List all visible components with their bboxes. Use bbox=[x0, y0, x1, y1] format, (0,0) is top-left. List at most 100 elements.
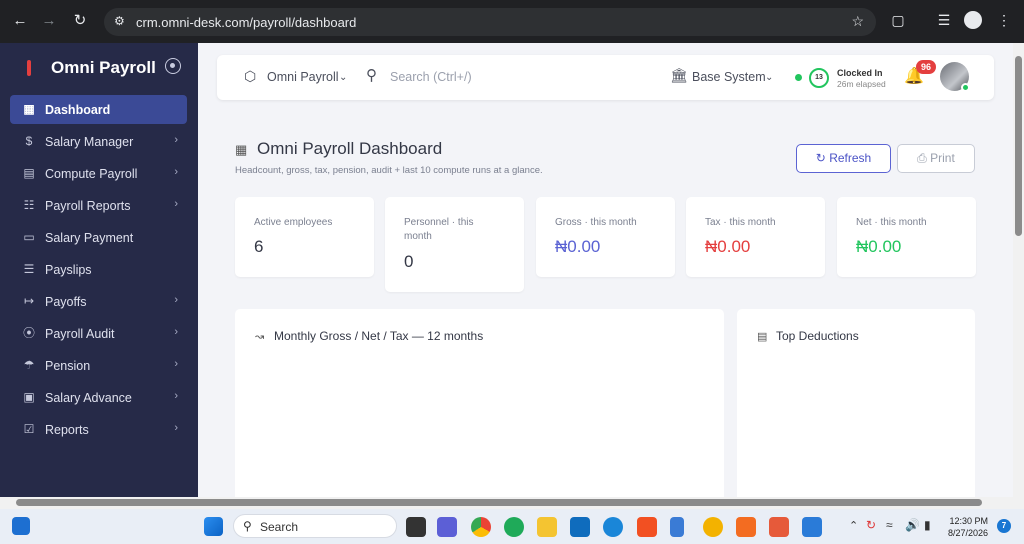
url-text[interactable]: crm.omni-desk.com/payroll/dashboard bbox=[136, 15, 356, 30]
media-icon[interactable]: ☰ bbox=[934, 12, 954, 29]
chevron-right-icon[interactable]: › bbox=[174, 166, 178, 178]
sidebar-item-label: Salary Advance bbox=[45, 391, 132, 405]
kpi-label: Tax · this month bbox=[705, 217, 776, 228]
app-icon[interactable] bbox=[769, 517, 789, 537]
sidebar-item-dashboard[interactable]: ▦ Dashboard bbox=[10, 95, 187, 124]
kpi-card: Net · this month ₦0.00 bbox=[837, 197, 976, 277]
cube-icon: ⬡ bbox=[244, 68, 257, 84]
battery-icon[interactable]: ▮ bbox=[924, 518, 931, 532]
vertical-scrollbar[interactable] bbox=[1013, 43, 1024, 497]
scroll-thumb[interactable] bbox=[16, 499, 982, 506]
sidebar-item-reports[interactable]: ☑ Reports › bbox=[10, 415, 187, 444]
windows-start-icon[interactable] bbox=[204, 517, 223, 536]
search-input[interactable]: Search (Ctrl+/) bbox=[390, 70, 472, 84]
profile-avatar-icon[interactable] bbox=[964, 11, 982, 29]
chart-panel-title: Monthly Gross / Net / Tax — 12 months bbox=[274, 329, 484, 343]
horizontal-scrollbar[interactable] bbox=[0, 497, 1024, 509]
widgets-icon[interactable] bbox=[12, 517, 30, 535]
sidebar-item-payoffs[interactable]: ↦ Payoffs › bbox=[10, 287, 187, 316]
xampp-icon[interactable] bbox=[736, 517, 756, 537]
clock[interactable]: 12:30 PM 8/27/2026 bbox=[948, 515, 988, 539]
audit-icon: ⦿ bbox=[22, 326, 35, 340]
vscode-icon[interactable] bbox=[802, 517, 822, 537]
clock-elapsed: 26m elapsed bbox=[837, 79, 886, 89]
edge-icon[interactable] bbox=[603, 517, 623, 537]
sidebar-item-label: Salary Manager bbox=[45, 135, 134, 149]
online-indicator bbox=[961, 83, 970, 92]
avatar[interactable] bbox=[940, 62, 970, 92]
search-icon: ⚲ bbox=[243, 519, 252, 533]
sidebar-item-label: Pension bbox=[45, 359, 91, 373]
chrome-icon[interactable] bbox=[471, 517, 491, 537]
file-explorer-icon[interactable] bbox=[537, 517, 557, 537]
back-icon[interactable]: ← bbox=[10, 11, 30, 31]
company-switcher[interactable]: Omni Payroll bbox=[267, 70, 339, 84]
sidebar-item-compute-payroll[interactable]: ▤ Compute Payroll › bbox=[10, 159, 187, 188]
sidebar-item-salary-manager[interactable]: $ Salary Manager › bbox=[10, 127, 187, 156]
kpi-card: Gross · this month ₦0.00 bbox=[536, 197, 675, 277]
chevron-up-icon[interactable]: ⌃ bbox=[849, 519, 858, 532]
building-icon: 🏛 bbox=[670, 67, 688, 83]
clock-status[interactable]: 13 Clocked In 26m elapsed bbox=[795, 65, 905, 91]
grid-icon: ▦ bbox=[235, 142, 248, 157]
line-chart-icon: ↝ bbox=[255, 331, 265, 343]
print-button[interactable]: ⎙ Print bbox=[897, 144, 975, 173]
refresh-label: Refresh bbox=[829, 151, 872, 165]
task-view-icon[interactable] bbox=[406, 517, 426, 537]
deductions-panel-title: Top Deductions bbox=[776, 329, 859, 343]
exit-icon: ↦ bbox=[23, 294, 35, 308]
system-switcher[interactable]: Base System bbox=[692, 70, 766, 84]
taskbar-search[interactable]: ⚲ Search bbox=[233, 514, 397, 538]
menu-icon[interactable]: ⋮ bbox=[994, 12, 1014, 29]
time-text: 12:30 PM bbox=[949, 516, 988, 526]
chevron-down-icon[interactable]: ⌄ bbox=[765, 72, 773, 83]
site-info-icon[interactable]: ⚙ bbox=[114, 14, 125, 28]
sidebar-item-payroll-audit[interactable]: ⦿ Payroll Audit › bbox=[10, 319, 187, 348]
sidebar-item-label: Payroll Audit bbox=[45, 327, 115, 341]
app-icon[interactable] bbox=[637, 517, 657, 537]
wifi-icon[interactable]: ≈ bbox=[886, 518, 893, 532]
sidebar-item-payroll-reports[interactable]: ☷ Payroll Reports › bbox=[10, 191, 187, 220]
sidebar-item-label: Payslips bbox=[45, 263, 92, 277]
chevron-down-icon[interactable]: ⌄ bbox=[339, 72, 347, 83]
chevron-right-icon[interactable]: › bbox=[174, 326, 178, 338]
chevron-right-icon[interactable]: › bbox=[174, 358, 178, 370]
chat-icon[interactable] bbox=[504, 517, 524, 537]
chevron-right-icon[interactable]: › bbox=[174, 294, 178, 306]
card-icon: ▭ bbox=[23, 230, 35, 244]
forward-icon[interactable]: → bbox=[39, 11, 59, 31]
sidebar-item-payslips[interactable]: ☰ Payslips bbox=[10, 255, 187, 284]
scroll-thumb[interactable] bbox=[1015, 56, 1022, 236]
sidebar-item-salary-advance[interactable]: ▣ Salary Advance › bbox=[10, 383, 187, 412]
grid-icon: ▦ bbox=[23, 102, 35, 116]
browser-toolbar: ← → ↻ ⚙ crm.omni-desk.com/payroll/dashbo… bbox=[0, 0, 1024, 43]
extensions-icon[interactable]: ▢ bbox=[888, 12, 908, 29]
status-dot bbox=[795, 74, 802, 81]
brand-name: Omni Payroll bbox=[51, 58, 156, 77]
reload-icon[interactable]: ↻ bbox=[70, 11, 90, 31]
sync-icon[interactable]: ↻ bbox=[866, 518, 876, 532]
sidebar-toggle-icon[interactable] bbox=[165, 58, 181, 74]
refresh-button[interactable]: ↻ Refresh bbox=[796, 144, 891, 173]
browser-icon[interactable] bbox=[703, 517, 723, 537]
file-icon: ☷ bbox=[23, 198, 35, 212]
page-title: Omni Payroll Dashboard bbox=[257, 139, 443, 158]
chevron-right-icon[interactable]: › bbox=[174, 390, 178, 402]
chevron-right-icon[interactable]: › bbox=[174, 134, 178, 146]
search-icon[interactable]: ⚲ bbox=[366, 66, 377, 84]
address-bar[interactable]: ⚙ crm.omni-desk.com/payroll/dashboard ☆ bbox=[104, 8, 876, 36]
clock-status-label: Clocked In bbox=[837, 68, 883, 78]
sidebar-item-pension[interactable]: ☂ Pension › bbox=[10, 351, 187, 380]
document-icon: ☰ bbox=[23, 262, 35, 276]
sidebar-item-salary-payment[interactable]: ▭ Salary Payment bbox=[10, 223, 187, 252]
chevron-right-icon[interactable]: › bbox=[174, 198, 178, 210]
chevron-right-icon[interactable]: › bbox=[174, 422, 178, 434]
clock-ring: 13 bbox=[809, 68, 829, 88]
outlook-icon[interactable] bbox=[570, 517, 590, 537]
kpi-label: Active employees bbox=[254, 217, 333, 228]
meet-icon[interactable] bbox=[437, 517, 457, 537]
volume-icon[interactable]: 🔊 bbox=[905, 518, 920, 532]
bookmark-star-icon[interactable]: ☆ bbox=[851, 13, 864, 30]
notes-icon[interactable] bbox=[670, 517, 684, 537]
notification-count[interactable]: 7 bbox=[997, 519, 1011, 533]
